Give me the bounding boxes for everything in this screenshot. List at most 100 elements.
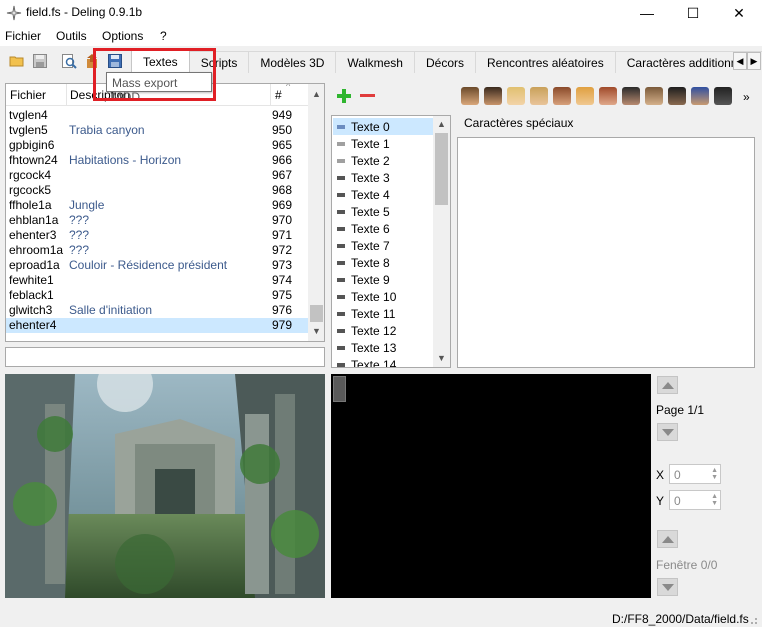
- field-list[interactable]: Fichier Description # ^ tvglen4 949 tvglen…: [5, 83, 325, 342]
- field-row[interactable]: ehblan1a??? 970: [6, 213, 308, 228]
- field-row-desc: Couloir - Résidence président: [69, 258, 228, 272]
- text-list-item[interactable]: Texte 7: [333, 237, 433, 254]
- field-row-desc: Habitations - Horizon: [69, 153, 182, 167]
- field-row-num: 970: [272, 213, 293, 227]
- y-spinbox[interactable]: 0 ▲ ▼: [669, 490, 721, 510]
- field-row[interactable]: eproad1a Couloir - Résidence président 973: [6, 258, 308, 273]
- text-list-item[interactable]: Texte 11: [333, 305, 433, 322]
- text-item-icon: [337, 328, 345, 333]
- field-row-num: 965: [272, 138, 293, 152]
- text-list-scrollbar[interactable]: ▲ ▼: [433, 116, 450, 367]
- character-face-icon[interactable]: [714, 87, 732, 105]
- menu-help[interactable]: ?: [160, 29, 167, 43]
- scroll-down-icon[interactable]: ▼: [437, 353, 446, 363]
- field-row[interactable]: gpbigin6 965: [6, 138, 308, 153]
- tab-walkmesh[interactable]: Walkmesh: [336, 51, 415, 73]
- window-down-button[interactable]: [657, 578, 678, 596]
- character-face-icon[interactable]: [668, 87, 686, 105]
- preview-scroll-thumb[interactable]: [333, 376, 346, 402]
- page-down-button[interactable]: [657, 423, 678, 441]
- x-spinbox[interactable]: 0 ▲ ▼: [669, 464, 721, 484]
- field-row-desc: ???: [69, 213, 90, 227]
- text-list-item[interactable]: Texte 1: [333, 135, 433, 152]
- text-list[interactable]: Texte 0 Texte 1 Texte 2 Texte 3 Texte 4 Texte…: [331, 115, 451, 368]
- text-list-item[interactable]: Texte 12: [333, 322, 433, 339]
- scroll-up-icon[interactable]: ▲: [312, 89, 321, 99]
- field-row[interactable]: feblack1 975: [6, 288, 308, 303]
- tab-decors[interactable]: Décors: [414, 51, 476, 73]
- special-chars-box[interactable]: [457, 137, 755, 368]
- text-list-item[interactable]: Texte 8: [333, 254, 433, 271]
- text-item-label: Texte 12: [351, 323, 397, 338]
- field-row[interactable]: fhtown24 Habitations - Horizon 966: [6, 153, 308, 168]
- text-list-item[interactable]: Texte 6: [333, 220, 433, 237]
- character-face-icon[interactable]: [599, 87, 617, 105]
- tab-scroll-right-button[interactable]: ▶: [747, 52, 761, 70]
- scroll-up-icon[interactable]: ▲: [437, 119, 446, 129]
- character-face-icon[interactable]: [553, 87, 571, 105]
- filter-input[interactable]: [5, 347, 325, 367]
- tab-scroll-left-button[interactable]: ◀: [733, 52, 747, 70]
- character-face-icon[interactable]: [576, 87, 594, 105]
- field-row[interactable]: fewhite1 974: [6, 273, 308, 288]
- field-row[interactable]: ehenter3??? 971: [6, 228, 308, 243]
- field-row[interactable]: rgcock5 968: [6, 183, 308, 198]
- field-row-num: 979: [272, 318, 293, 332]
- text-list-item[interactable]: Texte 13: [333, 339, 433, 356]
- spin-arrows-icon[interactable]: ▲ ▼: [711, 467, 718, 481]
- menu-options[interactable]: Options: [102, 29, 143, 43]
- remove-text-icon[interactable]: [360, 94, 375, 97]
- open-folder-icon[interactable]: [9, 53, 25, 69]
- add-text-icon[interactable]: [336, 88, 352, 104]
- menu-fichier[interactable]: Fichier: [5, 29, 41, 43]
- tab-rencontres[interactable]: Rencontres aléatoires: [476, 51, 616, 73]
- header-number[interactable]: #: [275, 88, 282, 102]
- header-separator: [270, 84, 271, 106]
- header-fichier[interactable]: Fichier: [10, 88, 46, 102]
- field-row[interactable]: rgcock4 967: [6, 168, 308, 183]
- character-face-icon[interactable]: [622, 87, 640, 105]
- character-face-icon[interactable]: [461, 87, 479, 105]
- scroll-down-icon[interactable]: ▼: [312, 326, 321, 336]
- page-up-button[interactable]: [657, 376, 678, 394]
- tab-modeles-3d[interactable]: Modèles 3D: [249, 51, 337, 73]
- save-icon[interactable]: [32, 53, 48, 69]
- text-item-icon: [337, 345, 345, 350]
- field-row[interactable]: tvglen5 Trabia canyon 950: [6, 123, 308, 138]
- text-preview-canvas[interactable]: [331, 374, 651, 598]
- highlight-box: [93, 48, 216, 101]
- text-list-item[interactable]: Texte 4: [333, 186, 433, 203]
- text-list-item[interactable]: Texte 14: [333, 356, 433, 367]
- text-list-item[interactable]: Texte 9: [333, 271, 433, 288]
- scrollbar-thumb[interactable]: [435, 133, 448, 205]
- menu-outils[interactable]: Outils: [56, 29, 87, 43]
- find-icon[interactable]: [61, 53, 77, 69]
- field-row[interactable]: tvglen4 949: [6, 108, 308, 123]
- character-face-icon[interactable]: [530, 87, 548, 105]
- text-list-item[interactable]: Texte 3: [333, 169, 433, 186]
- window-up-button[interactable]: [657, 530, 678, 548]
- field-row[interactable]: glwitch3 Salle d'initiation 976: [6, 303, 308, 318]
- spin-arrows-icon[interactable]: ▲ ▼: [711, 493, 718, 507]
- field-row-file: fewhite1: [9, 273, 54, 287]
- field-row[interactable]: ehenter4 979: [6, 318, 308, 333]
- character-face-icon[interactable]: [484, 87, 502, 105]
- scrollbar-thumb[interactable]: [310, 305, 323, 322]
- field-row-desc: Salle d'initiation: [69, 303, 153, 317]
- text-list-item[interactable]: Texte 0: [333, 118, 433, 135]
- field-row[interactable]: ehroom1a??? 972: [6, 243, 308, 258]
- minimize-button[interactable]: —: [624, 0, 670, 26]
- field-row[interactable]: ffhole1a Jungle 969: [6, 198, 308, 213]
- close-button[interactable]: ✕: [716, 0, 762, 26]
- maximize-button[interactable]: ☐: [670, 0, 716, 26]
- more-characters-button[interactable]: »: [743, 90, 750, 104]
- character-face-icon[interactable]: [507, 87, 525, 105]
- text-list-item[interactable]: Texte 2: [333, 152, 433, 169]
- resize-grip-icon[interactable]: [746, 613, 758, 625]
- character-face-icon[interactable]: [691, 87, 709, 105]
- field-list-scrollbar[interactable]: ▲ ▼: [308, 84, 324, 341]
- text-list-item[interactable]: Texte 10: [333, 288, 433, 305]
- header-separator: [66, 84, 67, 106]
- text-list-item[interactable]: Texte 5: [333, 203, 433, 220]
- character-face-icon[interactable]: [645, 87, 663, 105]
